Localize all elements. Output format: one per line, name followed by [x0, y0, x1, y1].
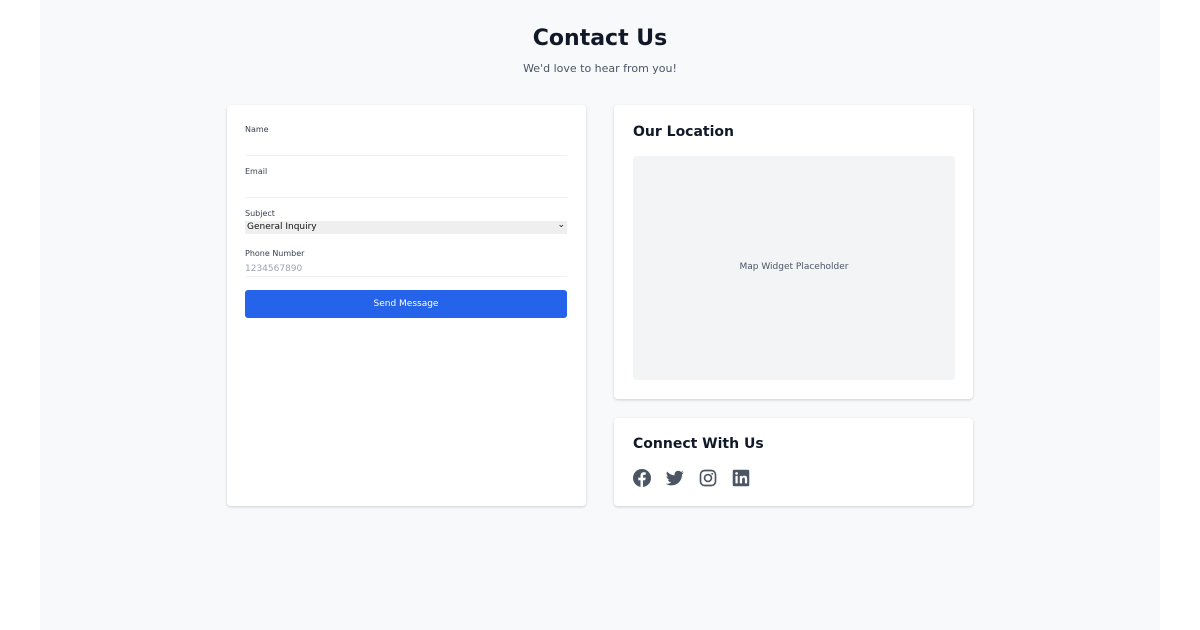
email-input[interactable] — [245, 182, 567, 198]
social-heading: Connect With Us — [633, 436, 764, 452]
page-subtitle: We'd love to hear from you! — [523, 62, 677, 75]
social-card: Connect With Us — [614, 418, 973, 506]
phone-label: Phone Number — [245, 249, 305, 258]
phone-input[interactable] — [245, 261, 567, 277]
email-label: Email — [245, 167, 268, 176]
map-placeholder-text: Map Widget Placeholder — [739, 262, 849, 272]
send-message-button[interactable]: Send Message — [245, 290, 567, 318]
location-heading: Our Location — [633, 124, 735, 140]
twitter-icon[interactable] — [666, 469, 684, 487]
page-title: Contact Us — [532, 26, 668, 51]
subject-label: Subject — [245, 209, 275, 218]
page: Contact Us We'd love to hear from you! N… — [40, 0, 1160, 630]
subject-select-value: General Inquiry — [247, 222, 317, 232]
name-label: Name — [245, 125, 269, 134]
instagram-icon[interactable] — [699, 469, 717, 487]
linkedin-icon[interactable] — [732, 469, 750, 487]
facebook-icon[interactable] — [633, 469, 651, 487]
contact-form-card: Name Email Subject General Inquiry ⌄ Pho… — [227, 105, 586, 506]
location-card: Our Location Map Widget Placeholder — [614, 105, 973, 399]
subject-select[interactable]: General Inquiry ⌄ — [245, 220, 567, 234]
name-input[interactable] — [245, 140, 567, 156]
map-widget[interactable]: Map Widget Placeholder — [633, 156, 955, 380]
chevron-down-icon: ⌄ — [557, 220, 565, 230]
